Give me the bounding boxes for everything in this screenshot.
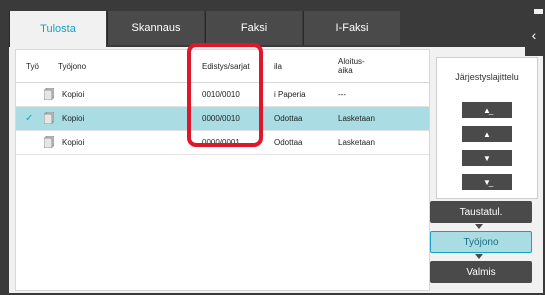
sort-order-panel: Järjestyslajittelu ▲̲ ▲ ▼ ▼̲ (436, 57, 538, 199)
tab-bar: Tulosta Skannaus Faksi I-Faksi (9, 9, 534, 47)
header-start-time: Aloitus- aika (338, 57, 365, 75)
chevron-left-icon[interactable]: ‹ (525, 14, 543, 56)
arrow-down-icon (475, 224, 483, 229)
progress-column-highlight (187, 43, 263, 147)
job-queue-button[interactable]: Työjono (430, 231, 532, 253)
checkmark-icon: ✓ (25, 113, 34, 124)
tab-faksi[interactable]: Faksi (205, 11, 302, 45)
move-bottom-button[interactable]: ▼̲ (462, 174, 512, 190)
move-down-icon: ▼ (483, 153, 491, 163)
sort-title: Järjestyslajittelu (455, 72, 519, 82)
background-jobs-button[interactable]: Taustatul. (430, 201, 532, 223)
completed-jobs-button[interactable]: Valmis (430, 261, 532, 283)
row-start: Lasketaan (338, 114, 375, 123)
row-job-name: Kopioi (62, 90, 85, 99)
move-bottom-icon: ▼̲ (483, 177, 491, 187)
row-job-name: Kopioi (62, 138, 85, 147)
row-start: Lasketaan (338, 138, 375, 147)
tab-i-faksi[interactable]: I-Faksi (303, 11, 400, 45)
tab-tulosta[interactable]: Tulosta (9, 11, 106, 47)
copy-job-icon (44, 112, 54, 124)
row-status: i Paperia (274, 90, 306, 99)
header-queue: Työjono (58, 61, 87, 71)
move-top-button[interactable]: ▲̲ (462, 102, 512, 118)
tab-skannaus[interactable]: Skannaus (107, 11, 204, 45)
row-status: Odottaa (274, 114, 303, 123)
copy-job-icon (44, 136, 54, 148)
copy-job-icon (44, 88, 54, 100)
move-up-button[interactable]: ▲ (462, 126, 512, 142)
header-job: Työ (26, 61, 39, 71)
row-status: Odottaa (274, 138, 303, 147)
row-job-name: Kopioi (62, 114, 85, 123)
move-up-icon: ▲ (483, 129, 491, 139)
job-status-screen: Tulosta Skannaus Faksi I-Faksi ‹ Työ Työ… (9, 9, 543, 293)
header-status: ila (274, 61, 283, 71)
row-start: --- (338, 90, 346, 99)
move-down-button[interactable]: ▼ (462, 150, 512, 166)
move-top-icon: ▲̲ (483, 105, 491, 115)
arrow-down-icon (475, 254, 483, 259)
